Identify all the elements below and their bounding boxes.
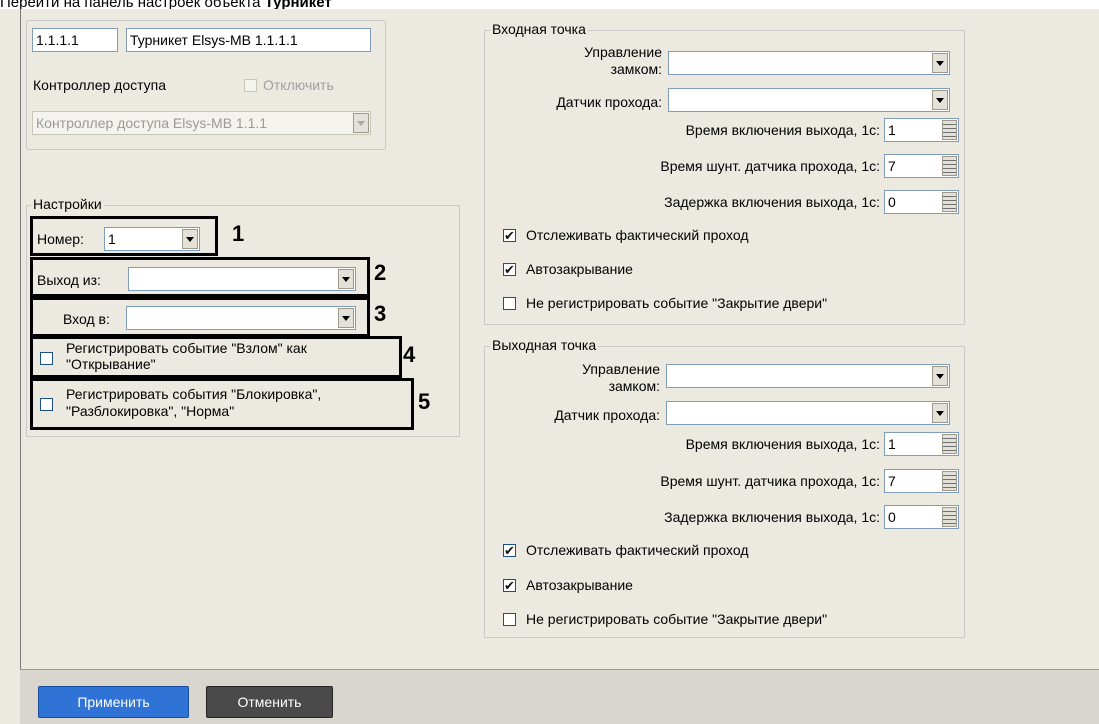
chevron-down-icon: [182, 229, 198, 249]
exit-autoclose-checkbox[interactable]: ✔: [503, 579, 516, 592]
chevron-down-icon: [338, 308, 354, 328]
chevron-down-icon: [932, 403, 948, 423]
entry-on-time-label: Время включения выхода, 1с:: [685, 122, 880, 138]
marker-3: 3: [374, 301, 387, 326]
panel-left-border: [20, 9, 21, 669]
entry-shunt-time-spinner[interactable]: 7: [884, 154, 959, 178]
entry-autoclose-checkbox[interactable]: ✔: [503, 263, 516, 276]
disable-label: Отключить: [263, 77, 334, 93]
spinner-arrows-icon[interactable]: [942, 471, 957, 491]
disable-checkbox[interactable]: [244, 79, 257, 92]
register-breach-label-line2: "Открывание": [66, 356, 156, 372]
entry-autoclose-label: Автозакрывание: [526, 261, 633, 277]
exit-delay-value: 0: [888, 509, 896, 525]
exit-delay-label: Задержка включения выхода, 1с:: [664, 509, 880, 525]
exit-no-close-event-label: Не регистрировать событие "Закрытие двер…: [526, 611, 828, 627]
register-breach-checkbox[interactable]: [40, 352, 53, 365]
chevron-down-icon: [338, 269, 354, 289]
entry-shunt-time-value: 7: [888, 158, 896, 174]
entry-point-title: Входная точка: [490, 21, 588, 37]
marker-5: 5: [418, 389, 431, 414]
spinner-arrows-icon[interactable]: [942, 120, 957, 140]
object-name-field[interactable]: Турникет Elsys-MB 1.1.1.1: [126, 28, 371, 52]
exit-sensor-select[interactable]: [666, 401, 950, 425]
exit-track-checkbox[interactable]: ✔: [503, 544, 516, 557]
exit-on-time-value: 1: [888, 436, 896, 452]
entry-track-label: Отслеживать фактический проход: [526, 227, 749, 243]
entry-lock-select[interactable]: [668, 51, 950, 75]
parent-controller-select[interactable]: Контроллер доступа Elsys-MB 1.1.1: [32, 111, 371, 135]
chevron-down-icon: [932, 90, 948, 110]
entry-lock-label-line1: Управление: [584, 44, 662, 60]
spinner-arrows-icon[interactable]: [942, 156, 957, 176]
apply-button[interactable]: Применить: [38, 686, 189, 718]
spinner-arrows-icon[interactable]: [942, 192, 957, 212]
enter-to-label: Вход в:: [63, 311, 110, 327]
exit-point-title: Выходная точка: [490, 337, 599, 353]
enter-to-select[interactable]: [126, 306, 356, 330]
entry-delay-label: Задержка включения выхода, 1с:: [664, 194, 880, 210]
entry-sensor-select[interactable]: [668, 88, 950, 112]
exit-from-label: Выход из:: [37, 272, 101, 288]
chevron-down-icon: [932, 366, 948, 386]
exit-lock-select[interactable]: [666, 364, 950, 388]
entry-sensor-label: Датчик прохода:: [556, 94, 662, 110]
entry-no-close-event-label: Не регистрировать событие "Закрытие двер…: [526, 295, 828, 311]
object-id-field[interactable]: 1.1.1.1: [32, 28, 118, 52]
entry-track-checkbox[interactable]: ✔: [503, 229, 516, 242]
exit-no-close-event-checkbox[interactable]: [503, 613, 516, 626]
chevron-down-icon: [353, 113, 369, 133]
parent-label: Контроллер доступа: [33, 77, 167, 93]
exit-lock-label-line2: замком:: [608, 378, 660, 394]
exit-on-time-label: Время включения выхода, 1с:: [685, 436, 880, 452]
marker-4: 4: [403, 342, 416, 367]
number-label: Номер:: [37, 231, 84, 247]
chevron-down-icon: [932, 53, 948, 73]
entry-no-close-event-checkbox[interactable]: [503, 297, 516, 310]
cancel-button[interactable]: Отменить: [206, 686, 333, 718]
exit-shunt-time-value: 7: [888, 473, 896, 489]
spinner-arrows-icon[interactable]: [942, 434, 957, 454]
exit-lock-label-line1: Управление: [582, 361, 660, 377]
entry-on-time-value: 1: [888, 122, 896, 138]
number-select[interactable]: 1: [104, 227, 200, 251]
settings-title: Настройки: [31, 196, 104, 212]
register-block-label-line2: "Разблокировка", "Норма": [66, 403, 235, 419]
exit-from-select[interactable]: [128, 267, 356, 291]
exit-track-label: Отслеживать фактический проход: [526, 542, 749, 558]
entry-shunt-time-label: Время шунт. датчика прохода, 1с:: [660, 158, 880, 174]
register-block-label-line1: Регистрировать события "Блокировка",: [66, 386, 322, 402]
exit-shunt-time-spinner[interactable]: 7: [884, 469, 959, 493]
spinner-arrows-icon[interactable]: [942, 507, 957, 527]
exit-sensor-label: Датчик прохода:: [554, 407, 660, 423]
entry-on-time-spinner[interactable]: 1: [884, 118, 959, 142]
marker-2: 2: [374, 260, 387, 285]
exit-autoclose-label: Автозакрывание: [526, 577, 633, 593]
number-value: 1: [108, 231, 116, 247]
entry-delay-value: 0: [888, 194, 896, 210]
marker-1: 1: [232, 221, 245, 246]
exit-shunt-time-label: Время шунт. датчика прохода, 1с:: [660, 473, 880, 489]
entry-lock-label-line2: замком:: [610, 61, 662, 77]
exit-on-time-spinner[interactable]: 1: [884, 432, 959, 456]
entry-delay-spinner[interactable]: 0: [884, 190, 959, 214]
parent-controller-value: Контроллер доступа Elsys-MB 1.1.1: [36, 115, 268, 131]
exit-delay-spinner[interactable]: 0: [884, 505, 959, 529]
register-block-checkbox[interactable]: [40, 398, 53, 411]
